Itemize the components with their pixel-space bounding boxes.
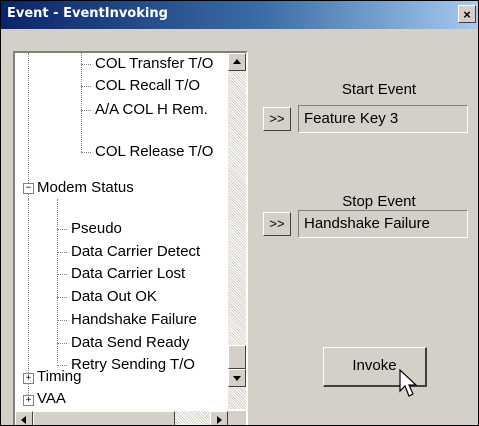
scroll-right-arrow-icon xyxy=(217,416,222,424)
tree-connector xyxy=(57,274,67,275)
window-title: Event - EventInvoking xyxy=(7,6,168,21)
tree-item-pseudo[interactable]: Pseudo xyxy=(71,218,122,240)
event-tree-view[interactable]: COL Transfer T/O COL Recall T/O A/A COL … xyxy=(13,51,248,425)
vertical-scrollbar[interactable] xyxy=(228,53,246,409)
tree-item-vaa[interactable]: VAA xyxy=(37,388,66,409)
tree-connector xyxy=(57,320,67,321)
tree-item-timing[interactable]: Timing xyxy=(37,366,81,388)
tree-connector xyxy=(81,53,82,152)
tree-item-col-recall[interactable]: COL Recall T/O xyxy=(95,75,200,97)
tree-connector xyxy=(28,199,29,397)
tree-connector xyxy=(57,343,67,344)
vertical-scroll-thumb[interactable] xyxy=(228,345,246,369)
scroll-up-arrow-icon xyxy=(233,59,241,64)
tree-connector xyxy=(57,199,58,363)
start-event-field[interactable]: Feature Key 3 xyxy=(298,105,468,133)
title-bar[interactable]: Event - EventInvoking × xyxy=(1,1,478,29)
tree-connector xyxy=(57,229,67,230)
stop-event-label: Stop Event xyxy=(342,193,416,210)
mouse-pointer-icon xyxy=(399,369,418,397)
dialog-content: COL Transfer T/O COL Recall T/O A/A COL … xyxy=(1,29,478,425)
tree-item-data-carrier-lost[interactable]: Data Carrier Lost xyxy=(71,263,185,285)
scroll-down-arrow-icon xyxy=(233,376,241,381)
close-icon: × xyxy=(463,7,471,22)
tree-connector xyxy=(28,53,29,199)
tree-connector xyxy=(57,252,67,253)
collapse-toggle-icon[interactable]: − xyxy=(23,183,34,194)
tree-item-col-transfer[interactable]: COL Transfer T/O xyxy=(95,53,213,75)
tree-connector xyxy=(81,110,91,111)
horizontal-scrollbar[interactable] xyxy=(15,411,228,425)
start-event-label: Start Event xyxy=(341,81,417,98)
tree-list: COL Transfer T/O COL Recall T/O A/A COL … xyxy=(15,53,228,409)
tree-item-data-send-ready[interactable]: Data Send Ready xyxy=(71,332,189,354)
tree-item-data-carrier-detect[interactable]: Data Carrier Detect xyxy=(71,241,200,263)
scroll-left-button[interactable] xyxy=(15,411,33,425)
expand-toggle-icon[interactable]: + xyxy=(23,395,34,406)
stop-event-field[interactable]: Handshake Failure xyxy=(298,210,468,238)
scroll-left-arrow-icon xyxy=(21,416,26,424)
tree-item-retry-sending[interactable]: Retry Sending T/O xyxy=(71,354,195,376)
stop-event-select-button[interactable]: >> xyxy=(263,212,291,236)
horizontal-scroll-thumb[interactable] xyxy=(33,411,175,425)
tree-connector xyxy=(57,297,67,298)
tree-item-aa-col-h-rem[interactable]: A/A COL H Rem. xyxy=(95,99,208,121)
tree-connector xyxy=(81,64,91,65)
scroll-right-button[interactable] xyxy=(210,411,228,425)
scroll-down-button[interactable] xyxy=(228,369,246,387)
start-event-select-button[interactable]: >> xyxy=(263,107,291,131)
tree-item-col-release[interactable]: COL Release T/O xyxy=(95,141,213,163)
scrollbar-corner xyxy=(228,411,246,425)
tree-item-modem-status[interactable]: Modem Status xyxy=(37,177,134,199)
expand-toggle-icon[interactable]: + xyxy=(23,373,34,384)
tree-connector xyxy=(81,152,91,153)
scroll-up-button[interactable] xyxy=(228,53,246,71)
close-button[interactable]: × xyxy=(458,5,476,23)
tree-item-handshake-failure[interactable]: Handshake Failure xyxy=(71,309,197,331)
tree-item-data-out-ok[interactable]: Data Out OK xyxy=(71,286,157,308)
tree-connector xyxy=(81,86,91,87)
event-invoking-window: Event - EventInvoking × COL Transfer T/O… xyxy=(0,0,479,426)
